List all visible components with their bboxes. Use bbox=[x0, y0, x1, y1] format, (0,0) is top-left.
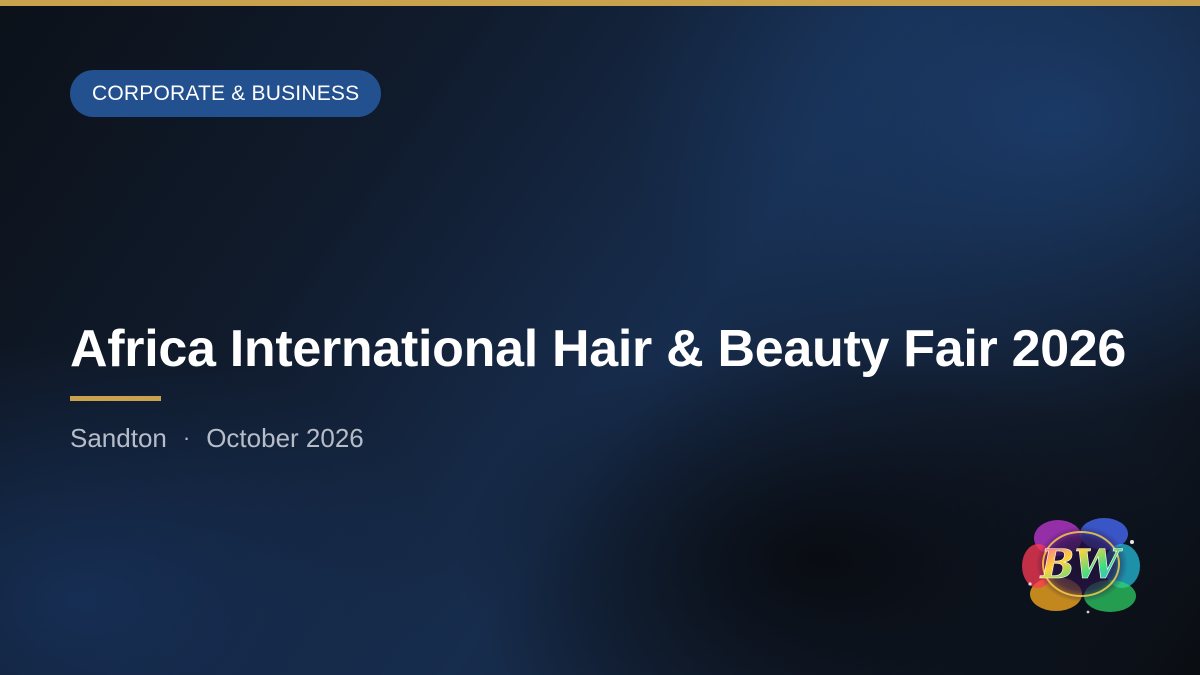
bw-splash-logo-icon: BW bbox=[1022, 518, 1140, 614]
top-accent-bar bbox=[0, 0, 1200, 6]
event-card: CORPORATE & BUSINESS Africa Internationa… bbox=[0, 0, 1200, 675]
category-badge: CORPORATE & BUSINESS bbox=[70, 70, 382, 117]
meta-separator: · bbox=[182, 425, 191, 450]
event-title: Africa International Hair & Beauty Fair … bbox=[70, 320, 1127, 378]
event-location: Sandton bbox=[70, 422, 167, 453]
logo-monogram: BW bbox=[1040, 541, 1124, 588]
title-underline bbox=[70, 396, 161, 401]
event-meta: Sandton · October 2026 bbox=[70, 420, 364, 456]
event-date: October 2026 bbox=[206, 422, 364, 453]
